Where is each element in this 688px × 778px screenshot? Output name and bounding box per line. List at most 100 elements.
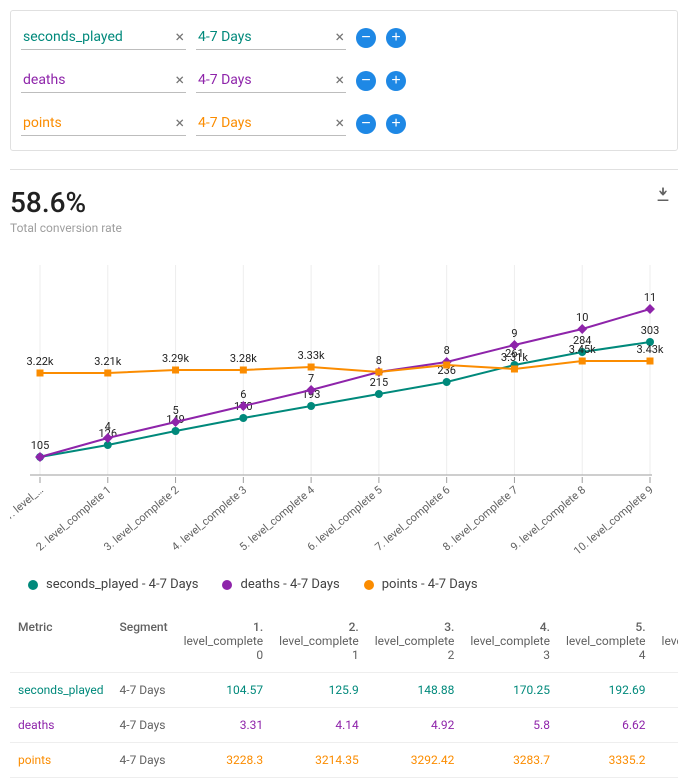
svg-text:3.33k: 3.33k	[298, 349, 325, 362]
col-step: 2.level_complete1	[271, 610, 367, 673]
chart-legend: seconds_played - 4-7 Days deaths - 4-7 D…	[10, 577, 678, 592]
svg-text:3.45k: 3.45k	[569, 343, 596, 356]
line-chart: 1. level_…2. level_complete 13. level_co…	[10, 245, 678, 569]
svg-text:4: 4	[105, 420, 111, 433]
metric-select[interactable]: seconds_played ×	[21, 25, 186, 50]
legend-dot-icon	[222, 580, 232, 590]
row-value: 104.57	[176, 673, 272, 708]
row-value: 125.9	[271, 673, 367, 708]
svg-text:3.31k: 3.31k	[501, 351, 528, 364]
row-value: 3283.7	[462, 743, 558, 778]
legend-label: deaths - 4-7 Days	[240, 577, 339, 592]
row-value: 4.14	[271, 708, 367, 743]
table-body: seconds_played4-7 Days104.57125.9148.881…	[10, 673, 678, 778]
col-step: 1.level_complete0	[176, 610, 272, 673]
row-value: 3292.42	[367, 743, 463, 778]
range-select[interactable]: 4-7 Days ×	[196, 111, 346, 136]
legend-item-points[interactable]: points - 4-7 Days	[364, 577, 478, 592]
svg-text:3.21k: 3.21k	[94, 355, 121, 368]
table-row: seconds_played4-7 Days104.57125.9148.881…	[10, 673, 678, 708]
row-value: 148.88	[367, 673, 463, 708]
row-metric: points	[10, 743, 112, 778]
svg-text:105: 105	[31, 439, 50, 452]
remove-filter-button[interactable]: −	[356, 28, 376, 48]
metric-select-label: points	[23, 115, 62, 131]
row-value: 3214.35	[271, 743, 367, 778]
svg-text:7: 7	[308, 372, 314, 385]
svg-text:215: 215	[370, 376, 389, 389]
row-segment: 4-7 Days	[112, 708, 176, 743]
add-filter-button[interactable]: +	[386, 71, 406, 91]
legend-dot-icon	[28, 580, 38, 590]
row-value: 3228.3	[176, 743, 272, 778]
chart-panel: 58.6% Total conversion rate 1. level_…2.…	[10, 169, 678, 778]
row-metric: deaths	[10, 708, 112, 743]
row-value: 3335.2	[558, 743, 654, 778]
legend-dot-icon	[364, 580, 374, 590]
range-select[interactable]: 4-7 Days ×	[196, 25, 346, 50]
metric-filter-panel: seconds_played × 4-7 Days × − + deaths ×…	[10, 10, 678, 151]
row-metric: seconds_played	[10, 673, 112, 708]
row-value: 170.25	[462, 673, 558, 708]
remove-filter-button[interactable]: −	[356, 71, 376, 91]
close-icon[interactable]: ×	[335, 72, 344, 88]
legend-item-deaths[interactable]: deaths - 4-7 Days	[222, 577, 339, 592]
row-value: 7.53	[654, 708, 678, 743]
range-select-label: 4-7 Days	[198, 72, 252, 88]
row-value: 3262.55	[654, 743, 678, 778]
row-value: 3.31	[176, 708, 272, 743]
svg-text:6: 6	[240, 388, 246, 401]
col-step: 5.level_complete4	[558, 610, 654, 673]
download-icon[interactable]	[654, 186, 672, 208]
add-filter-button[interactable]: +	[386, 28, 406, 48]
row-value: 6.62	[558, 708, 654, 743]
legend-item-seconds-played[interactable]: seconds_played - 4-7 Days	[28, 577, 198, 592]
table-row: points4-7 Days3228.33214.353292.423283.7…	[10, 743, 678, 778]
svg-text:3.29k: 3.29k	[162, 352, 189, 365]
range-select-label: 4-7 Days	[198, 115, 252, 131]
metric-select-label: seconds_played	[23, 29, 123, 45]
metric-table: MetricSegment1.level_complete02.level_co…	[10, 610, 678, 778]
row-segment: 4-7 Days	[112, 673, 176, 708]
filter-row-seconds-played: seconds_played × 4-7 Days × − +	[21, 25, 667, 50]
svg-text:9: 9	[511, 327, 517, 340]
row-value: 215.21	[654, 673, 678, 708]
add-filter-button[interactable]: +	[386, 114, 406, 134]
table-header-row: MetricSegment1.level_complete02.level_co…	[10, 610, 678, 673]
col-step: 6.level_complete5	[654, 610, 678, 673]
row-value: 192.69	[558, 673, 654, 708]
range-select[interactable]: 4-7 Days ×	[196, 68, 346, 93]
close-icon[interactable]: ×	[175, 72, 184, 88]
close-icon[interactable]: ×	[335, 115, 344, 131]
svg-text:1. level_…: 1. level_…	[10, 483, 46, 523]
close-icon[interactable]: ×	[335, 29, 344, 45]
col-step: 3.level_complete2	[367, 610, 463, 673]
filter-row-points: points × 4-7 Days × − +	[21, 111, 667, 136]
remove-filter-button[interactable]: −	[356, 114, 376, 134]
close-icon[interactable]: ×	[175, 115, 184, 131]
svg-text:11: 11	[644, 291, 656, 304]
row-value: 5.8	[462, 708, 558, 743]
conversion-rate-label: Total conversion rate	[10, 221, 122, 235]
row-segment: 4-7 Days	[112, 743, 176, 778]
svg-text:8: 8	[444, 344, 450, 357]
svg-text:3.22k: 3.22k	[26, 355, 53, 368]
svg-text:303: 303	[641, 324, 660, 337]
col-metric: Metric	[10, 610, 112, 673]
svg-text:5: 5	[172, 404, 178, 417]
legend-label: points - 4-7 Days	[382, 577, 478, 592]
legend-label: seconds_played - 4-7 Days	[46, 577, 198, 592]
metric-select[interactable]: points ×	[21, 111, 186, 136]
svg-text:8: 8	[376, 354, 382, 367]
row-value: 4.92	[367, 708, 463, 743]
metric-select-label: deaths	[23, 72, 65, 88]
metric-select[interactable]: deaths ×	[21, 68, 186, 93]
filter-row-deaths: deaths × 4-7 Days × − +	[21, 68, 667, 93]
close-icon[interactable]: ×	[175, 29, 184, 45]
col-segment: Segment	[112, 610, 176, 673]
table-row: deaths4-7 Days3.314.144.925.86.627.53	[10, 708, 678, 743]
range-select-label: 4-7 Days	[198, 29, 252, 45]
svg-text:10: 10	[576, 311, 588, 324]
svg-text:3.43k: 3.43k	[636, 343, 663, 356]
conversion-rate-value: 58.6%	[10, 186, 122, 219]
